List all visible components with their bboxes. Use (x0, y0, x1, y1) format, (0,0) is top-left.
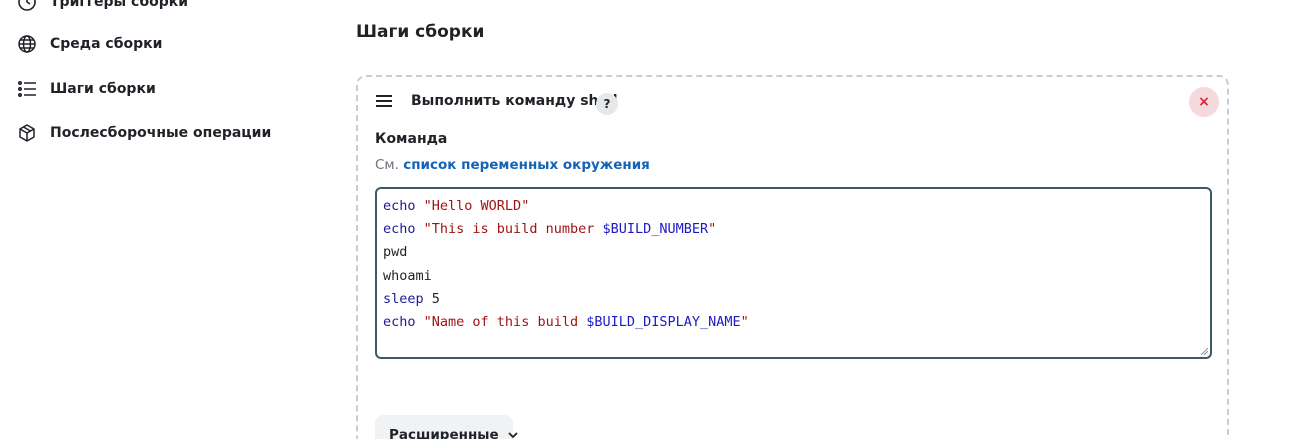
chevron-down-icon (507, 429, 519, 439)
sidebar-item-build-steps[interactable]: Шаги сборки (16, 74, 156, 104)
code-keyword: sleep (383, 290, 424, 307)
sidebar-item-label: Среда сборки (50, 36, 163, 52)
sidebar: Триггеры сборки Среда сборки Шаги сборки… (0, 0, 300, 439)
code-line: echo "Hello WORLD" (383, 195, 1204, 218)
env-vars-hint: См. список переменных окружения (375, 157, 650, 173)
code-keyword: echo (383, 314, 416, 331)
code-line: pwd (383, 241, 1204, 264)
code-line: echo "This is build number $BUILD_NUMBER… (383, 218, 1204, 241)
clock-icon (16, 0, 38, 13)
code-string: "This is build number (423, 221, 603, 238)
code-string: "Name of this build (423, 314, 587, 331)
sidebar-item-post-build[interactable]: Послесборочные операции (16, 118, 271, 148)
code-line: sleep 5 (383, 288, 1204, 311)
advanced-label: Расширенные (389, 427, 499, 439)
sidebar-item-build-triggers[interactable]: Триггеры сборки (16, 0, 188, 17)
sidebar-item-label: Послесборочные операции (50, 125, 272, 141)
code-keyword: echo (383, 198, 416, 214)
code-keyword: echo (383, 221, 416, 238)
code-line: whoami (383, 265, 1204, 288)
sidebar-item-build-environment[interactable]: Среда сборки (16, 29, 162, 59)
close-icon: × (1198, 94, 1210, 110)
code-text: pwd (383, 244, 408, 261)
section-title: Шаги сборки (356, 22, 485, 42)
command-label: Команда (375, 131, 448, 147)
code-string: " (740, 314, 749, 331)
command-textarea[interactable]: echo "Hello WORLD" echo "This is build n… (375, 187, 1212, 359)
package-icon (16, 122, 38, 144)
sidebar-item-label: Шаги сборки (50, 81, 156, 97)
advanced-button[interactable]: Расширенные (375, 415, 518, 439)
env-prefix: См. (375, 157, 399, 173)
code-text: 5 (423, 290, 440, 307)
code-string: "Hello WORLD" (423, 198, 530, 214)
code-text: whoami (383, 267, 432, 284)
code-string: " (708, 221, 717, 238)
env-vars-link[interactable]: список переменных окружения (403, 157, 650, 173)
code-variable: $BUILD_DISPLAY_NAME (586, 314, 741, 331)
step-title: Выполнить команду shell (411, 93, 618, 109)
build-step-card: Выполнить команду shell ? × Команда См. … (356, 75, 1229, 439)
resize-grip-icon[interactable] (1200, 347, 1208, 355)
list-icon (16, 78, 38, 100)
sidebar-item-label: Триггеры сборки (50, 0, 189, 10)
globe-icon (16, 33, 38, 55)
help-button[interactable]: ? (596, 93, 618, 115)
remove-step-button[interactable]: × (1189, 87, 1219, 117)
code-line: echo "Name of this build $BUILD_DISPLAY_… (383, 311, 1204, 334)
code-variable: $BUILD_NUMBER (602, 221, 709, 238)
drag-handle-icon[interactable] (376, 95, 394, 111)
